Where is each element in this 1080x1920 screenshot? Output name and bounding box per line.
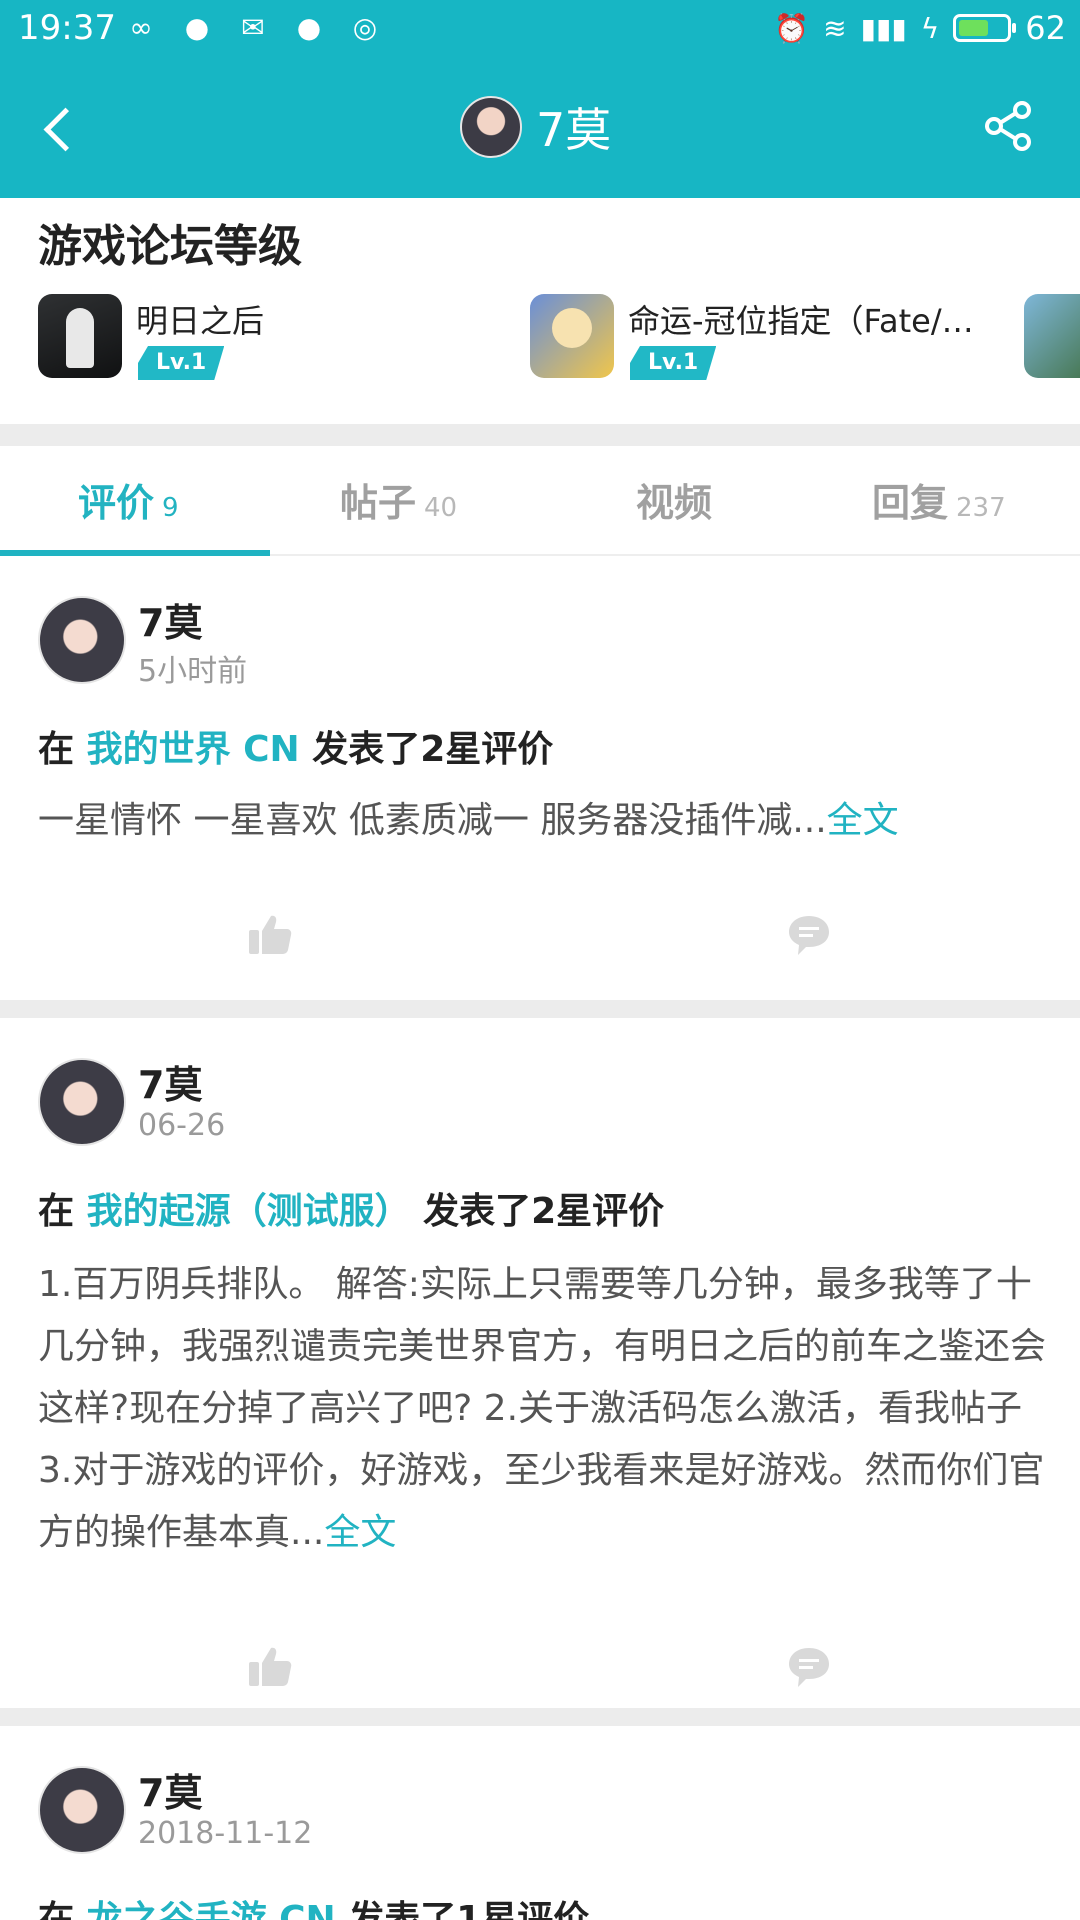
review-action: 在 我的起源（测试服） 发表了2星评价: [38, 1182, 664, 1234]
read-more-link[interactable]: 全文: [324, 1512, 396, 1553]
tab-posts[interactable]: 帖子 40: [340, 472, 457, 532]
wifi-icon: ≋: [823, 11, 847, 45]
comment-icon: [789, 916, 829, 955]
review-author[interactable]: 7莫: [138, 592, 202, 647]
avatar[interactable]: [38, 1058, 126, 1146]
level-badge: Lv.1: [630, 346, 716, 380]
status-bar: 19:37 ∞ ● ✉ ● ◎ ⏰ ≋ ▮▮▮ ϟ 62: [0, 0, 1080, 58]
game-link[interactable]: 龙之谷手游 CN: [87, 1899, 336, 1920]
share-button[interactable]: [980, 98, 1036, 154]
back-button[interactable]: [38, 102, 82, 158]
avatar[interactable]: [38, 1766, 126, 1854]
tab-videos[interactable]: 视频: [636, 472, 712, 532]
review-card[interactable]: 7莫 5小时前 在 我的世界 CN 发表了2星评价 一星情怀 一星喜欢 低素质减…: [0, 556, 1080, 1000]
review-suffix: 发表了2星评价: [423, 1191, 665, 1232]
share-icon: [985, 101, 1031, 151]
thumbs-up-icon: [249, 1647, 292, 1686]
tab-label: 评价: [78, 481, 155, 525]
mail-icon: ✉: [241, 11, 265, 44]
message-icon: ●: [296, 11, 322, 44]
review-suffix: 发表了1星评价: [348, 1899, 590, 1920]
app-bar: 7莫: [0, 58, 1080, 198]
review-prefix: 在: [38, 1191, 75, 1232]
tab-reviews[interactable]: 评价 9: [78, 472, 179, 532]
game-level-section: 游戏论坛等级 明日之后 Lv.1 命运-冠位指定（Fate/… Lv.1: [0, 198, 1080, 424]
4g-signal-icon: ▮▮▮: [860, 11, 907, 45]
review-action: 在 龙之谷手游 CN 发表了1星评价: [38, 1890, 589, 1920]
charging-icon: ϟ: [920, 11, 940, 45]
game-level-item[interactable]: 命运-冠位指定（Fate/… Lv.1: [530, 294, 1010, 384]
profile-tabs: 评价 9 帖子 40 视频 回复 237: [0, 446, 1080, 556]
game-name: 明日之后: [136, 302, 265, 340]
battery-icon: [953, 14, 1017, 42]
review-body: 1.百万阴兵排队。 解答:实际上只需要等几分钟，最多我等了十几分钟，我强烈谴责完…: [38, 1254, 1048, 1564]
tab-label: 回复: [872, 481, 949, 525]
review-prefix: 在: [38, 729, 75, 770]
status-time: 19:37: [18, 8, 116, 48]
battery-level: 62: [1025, 9, 1066, 47]
review-author[interactable]: 7莫: [138, 1762, 202, 1817]
comment-button[interactable]: [786, 1644, 832, 1690]
section-divider: [0, 424, 1080, 446]
infinity-icon: ∞: [129, 11, 153, 44]
alarm-icon: ⏰: [774, 11, 810, 45]
tab-replies[interactable]: 回复 237: [872, 472, 1006, 532]
section-divider: [0, 1708, 1080, 1726]
review-text: 一星情怀 一星喜欢 低素质减一 服务器没插件减...: [38, 800, 827, 841]
profile-title: 7莫: [460, 94, 611, 160]
review-action: 在 我的世界 CN 发表了2星评价: [38, 720, 553, 772]
game-level-item[interactable]: [1024, 294, 1080, 384]
avatar[interactable]: [460, 96, 522, 158]
like-button[interactable]: [247, 912, 293, 958]
game-icon: [38, 294, 122, 378]
review-time: 06-26: [138, 1108, 226, 1143]
comment-button[interactable]: [786, 912, 832, 958]
section-divider: [0, 1000, 1080, 1018]
like-button[interactable]: [247, 1644, 293, 1690]
review-text: 1.百万阴兵排队。 解答:实际上只需要等几分钟，最多我等了十几分钟，我强烈谴责完…: [38, 1264, 1047, 1553]
tab-count: 9: [162, 493, 179, 523]
tab-label: 帖子: [340, 481, 417, 525]
game-name: 命运-冠位指定（Fate/…: [628, 302, 974, 340]
review-card[interactable]: 7莫 06-26 在 我的起源（测试服） 发表了2星评价 1.百万阴兵排队。 解…: [0, 1018, 1080, 1708]
review-card[interactable]: 7莫 2018-11-12 在 龙之谷手游 CN 发表了1星评价: [0, 1726, 1080, 1920]
page-title: 7莫: [536, 103, 612, 157]
game-link[interactable]: 我的世界 CN: [87, 729, 300, 770]
section-heading: 游戏论坛等级: [38, 221, 302, 272]
tab-label: 视频: [636, 481, 713, 525]
status-icons: ⏰ ≋ ▮▮▮ ϟ 62: [774, 6, 1066, 50]
read-more-link[interactable]: 全文: [827, 800, 899, 841]
game-level-item[interactable]: 明日之后 Lv.1: [38, 294, 498, 384]
game-link[interactable]: 我的起源（测试服）: [87, 1191, 411, 1232]
game-icon: [530, 294, 614, 378]
notification-icons: ∞ ● ✉ ● ◎: [122, 8, 384, 48]
comment-icon: [789, 1648, 829, 1687]
review-time: 5小时前: [138, 654, 248, 689]
weibo-icon: ◎: [352, 11, 378, 44]
review-suffix: 发表了2星评价: [312, 729, 554, 770]
review-body: 一星情怀 一星喜欢 低素质减一 服务器没插件减...全文: [38, 790, 1048, 852]
tab-count: 237: [956, 493, 1006, 523]
review-prefix: 在: [38, 1899, 75, 1920]
review-author[interactable]: 7莫: [138, 1054, 202, 1109]
tab-count: 40: [424, 493, 458, 523]
game-icon: [1024, 294, 1080, 378]
chat-bubble-icon: ●: [184, 11, 210, 44]
review-time: 2018-11-12: [138, 1816, 313, 1851]
level-badge: Lv.1: [138, 346, 224, 380]
thumbs-up-icon: [249, 915, 292, 954]
avatar[interactable]: [38, 596, 126, 684]
